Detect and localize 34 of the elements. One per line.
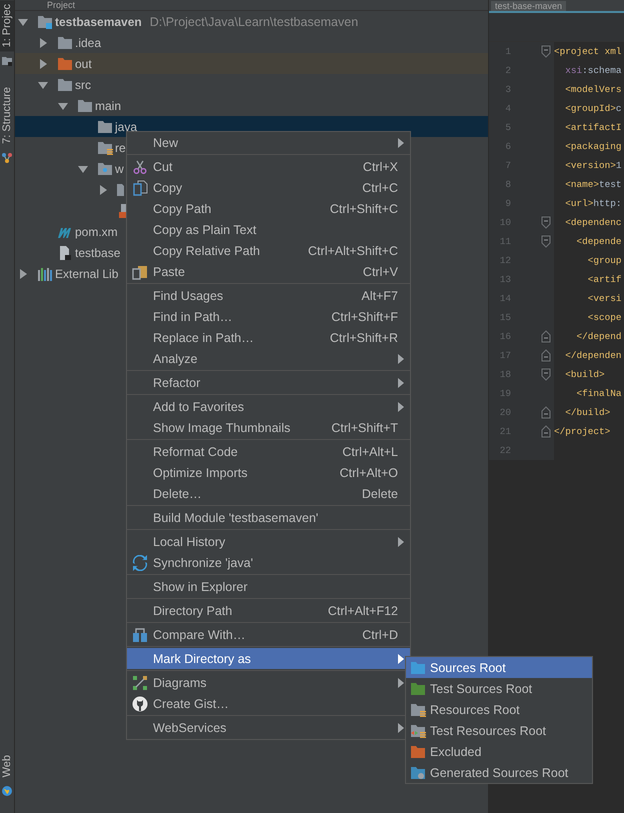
tree-item-label: pom.xm [75,224,118,238]
code-line: <project xml [554,46,622,57]
tree-item-label: re [115,140,126,154]
code-line: <finalNa [576,388,622,399]
code-line: </project> [554,426,610,437]
code-line: xsi:schema [564,65,622,76]
code-line: <groupId>c [564,103,622,114]
code-line: <packaging [564,141,622,152]
tree-item-label: External Lib [55,266,118,280]
code-line: <build> [564,369,605,380]
tree-item-label: java [115,120,138,134]
code-line: </build> [564,407,610,418]
code-line: <depende [576,236,622,247]
code-line: <version>1 [564,160,622,171]
code-line: <url>http: [564,198,622,209]
panel-title: Project [47,0,76,10]
code-line: <dependenc [564,217,622,228]
code-line: </dependen [564,350,622,361]
tree-item-label: src [75,78,91,92]
code-line: <name>test [564,179,622,190]
code-line: </depend [576,331,622,342]
code-line: <versi [586,293,622,304]
code-line: <group [586,255,622,266]
code-line: <modelVers [564,84,622,95]
code-line: <artif [586,274,622,285]
tree-item-label: testbase [75,246,120,260]
code-line: <scope [586,312,622,323]
tree-item-label: w [115,162,124,176]
code-line: <artifactI [564,122,622,133]
module-path: D:\Project\Java\Learn\testbasemaven [150,14,358,28]
tree-item-label: testbasemaven [55,14,142,28]
tree-item-label: out [75,56,92,70]
tree-item-label: main [95,98,122,112]
tree-item-label: .idea [75,36,102,50]
